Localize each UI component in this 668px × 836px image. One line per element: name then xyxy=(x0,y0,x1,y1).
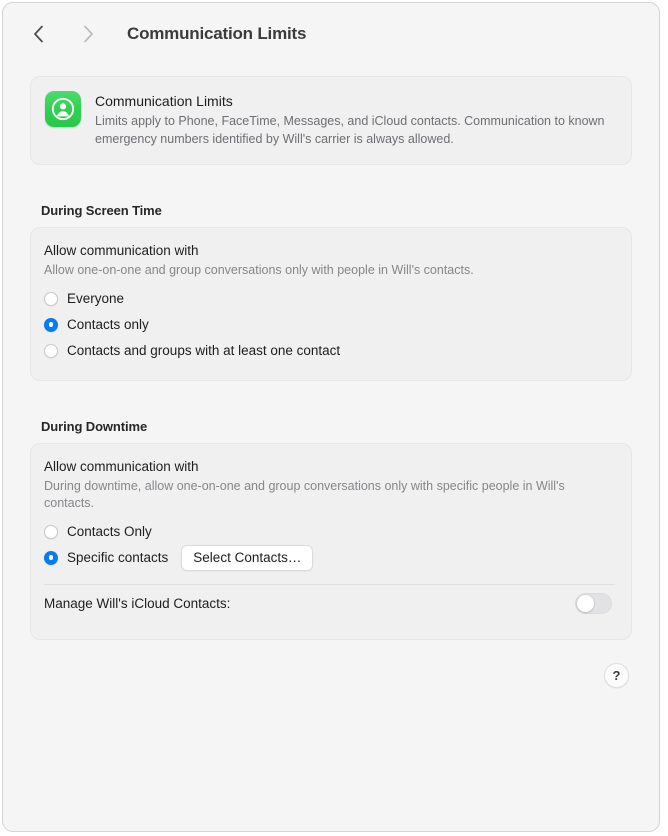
communication-limits-banner: Communication Limits Limits apply to Pho… xyxy=(30,76,632,165)
downtime-card: Allow communication with During downtime… xyxy=(30,442,632,640)
forward-button[interactable] xyxy=(75,21,101,47)
toolbar: Communication Limits xyxy=(3,3,659,65)
screen-time-card: Allow communication with Allow one-on-on… xyxy=(30,227,632,381)
radio-option-contacts-and-groups[interactable]: Contacts and groups with at least one co… xyxy=(44,338,615,364)
section-title-screen-time: During Screen Time xyxy=(41,203,162,218)
downtime-radio-group: Contacts Only Specific contacts Select C… xyxy=(44,519,615,571)
screen-time-contacts-icon xyxy=(45,91,81,127)
manage-icloud-contacts-label: Manage Will's iCloud Contacts: xyxy=(44,596,231,611)
screen-time-radio-group: Everyone Contacts only Contacts and grou… xyxy=(44,286,615,364)
radio-label: Contacts only xyxy=(67,317,149,332)
radio-indicator[interactable] xyxy=(44,291,58,306)
radio-option-contacts-only[interactable]: Contacts only xyxy=(44,312,615,338)
radio-indicator-selected[interactable] xyxy=(44,550,58,565)
banner-title: Communication Limits xyxy=(95,93,233,109)
downtime-subtext: During downtime, allow one-on-one and gr… xyxy=(44,478,565,511)
radio-label: Contacts and groups with at least one co… xyxy=(67,343,341,358)
downtime-heading: Allow communication with xyxy=(44,458,199,474)
settings-content: Communication Limits Limits apply to Pho… xyxy=(3,65,659,831)
screen-time-subtext: Allow one-on-one and group conversations… xyxy=(44,263,474,277)
help-button[interactable]: ? xyxy=(604,662,629,688)
chevron-right-icon xyxy=(83,25,94,43)
page-title: Communication Limits xyxy=(127,24,307,43)
manage-icloud-contacts-row: Manage Will's iCloud Contacts: xyxy=(44,585,615,623)
radio-indicator[interactable] xyxy=(44,343,58,358)
radio-option-specific-contacts[interactable]: Specific contacts Select Contacts… xyxy=(44,544,615,571)
banner-text: Communication Limits Limits apply to Pho… xyxy=(95,91,615,148)
radio-option-everyone[interactable]: Everyone xyxy=(44,286,615,312)
radio-label: Specific contacts xyxy=(67,550,169,565)
help-area: ? xyxy=(30,662,632,688)
radio-indicator[interactable] xyxy=(44,524,58,539)
question-mark-icon: ? xyxy=(612,667,621,683)
back-button[interactable] xyxy=(25,21,51,47)
manage-icloud-contacts-toggle[interactable] xyxy=(575,593,612,614)
section-title-downtime: During Downtime xyxy=(41,418,148,434)
radio-option-contacts-only-downtime[interactable]: Contacts Only xyxy=(44,519,615,545)
screen-time-heading: Allow communication with xyxy=(44,243,199,258)
select-contacts-button[interactable]: Select Contacts… xyxy=(181,544,314,571)
radio-label: Everyone xyxy=(67,291,125,306)
settings-window: Communication Limits Communication Limit… xyxy=(2,2,660,832)
radio-indicator-selected[interactable] xyxy=(44,317,58,332)
radio-label: Contacts Only xyxy=(67,524,152,539)
chevron-left-icon xyxy=(33,25,44,43)
banner-description: Limits apply to Phone, FaceTime, Message… xyxy=(95,114,605,146)
toggle-knob xyxy=(577,595,594,612)
